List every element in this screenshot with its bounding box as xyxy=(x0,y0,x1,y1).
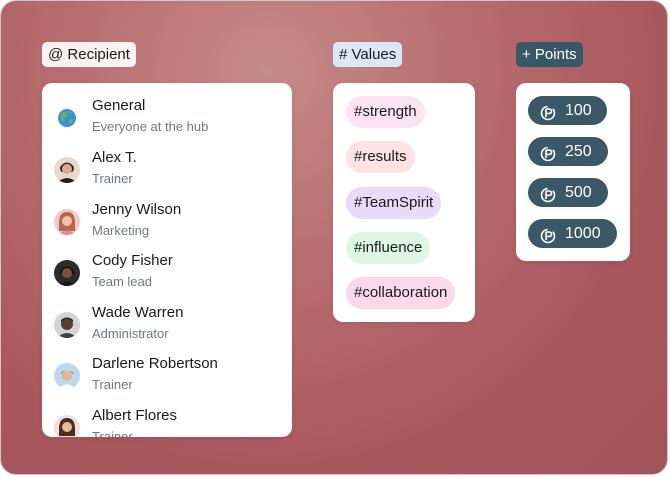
recipient-role: Team lead xyxy=(92,274,152,289)
recipient-role: Trainer xyxy=(92,171,133,186)
recipient-item-darlene[interactable]: Darlene Robertson Trainer xyxy=(42,353,292,403)
points-coin-icon xyxy=(540,225,556,244)
points-option[interactable]: 1000 xyxy=(528,219,617,248)
recipient-item-general[interactable]: General Everyone at the hub xyxy=(42,95,292,145)
recipient-item-jenny[interactable]: Jenny Wilson Marketing xyxy=(42,199,292,249)
recipient-role: Everyone at the hub xyxy=(92,119,209,134)
avatar xyxy=(54,209,80,235)
avatar xyxy=(54,312,80,338)
points-value: 1000 xyxy=(565,225,601,242)
recipient-name: Cody Fisher xyxy=(92,252,173,269)
points-coin-icon xyxy=(540,102,556,121)
points-coin-icon xyxy=(540,184,556,203)
points-option[interactable]: 100 xyxy=(528,96,607,125)
recipient-item-albert[interactable]: Albert Flores Trainer xyxy=(42,405,292,437)
value-tag[interactable]: #results xyxy=(346,141,415,173)
recipient-item-alex[interactable]: Alex T. Trainer xyxy=(42,147,292,197)
recipient-list[interactable]: General Everyone at the hub Alex T. Trai… xyxy=(42,83,292,437)
recipient-role: Administrator xyxy=(92,326,169,341)
avatar xyxy=(54,415,80,437)
points-option[interactable]: 500 xyxy=(528,178,608,207)
recipient-item-wade[interactable]: Wade Warren Administrator xyxy=(42,302,292,352)
value-tag[interactable]: #TeamSpirit xyxy=(346,187,442,219)
recipient-name: Wade Warren xyxy=(92,304,184,321)
points-list: 100 250 500 1000 xyxy=(516,83,630,261)
points-value: 100 xyxy=(565,102,592,119)
recipient-role: Trainer xyxy=(92,429,133,437)
avatar xyxy=(54,260,80,286)
recipient-name: Albert Flores xyxy=(92,407,178,424)
avatar xyxy=(54,363,80,389)
values-section-label: # Values xyxy=(333,42,403,67)
recipient-role: Trainer xyxy=(92,377,133,392)
values-list: #strength #results #TeamSpirit #influenc… xyxy=(333,83,475,322)
value-tag[interactable]: #collaboration xyxy=(346,277,456,309)
points-coin-icon xyxy=(540,143,556,162)
points-section-label: + Points xyxy=(516,42,583,67)
recipient-section-label: @ Recipient xyxy=(42,42,136,67)
recipient-name: General xyxy=(92,97,146,114)
avatar xyxy=(54,157,80,183)
recipient-role: Marketing xyxy=(92,223,150,238)
recipient-item-cody[interactable]: Cody Fisher Team lead xyxy=(42,250,292,300)
recipient-name: Alex T. xyxy=(92,149,137,166)
recipient-name: Jenny Wilson xyxy=(92,201,182,218)
value-tag[interactable]: #influence xyxy=(346,232,431,264)
recipient-name: Darlene Robertson xyxy=(92,355,218,372)
points-option[interactable]: 250 xyxy=(528,137,608,166)
globe-icon xyxy=(54,105,80,131)
points-value: 500 xyxy=(565,184,592,201)
value-tag[interactable]: #strength xyxy=(346,96,425,128)
points-value: 250 xyxy=(565,143,592,160)
app-frame: @ Recipient # Values + Points General Ev… xyxy=(0,0,668,475)
